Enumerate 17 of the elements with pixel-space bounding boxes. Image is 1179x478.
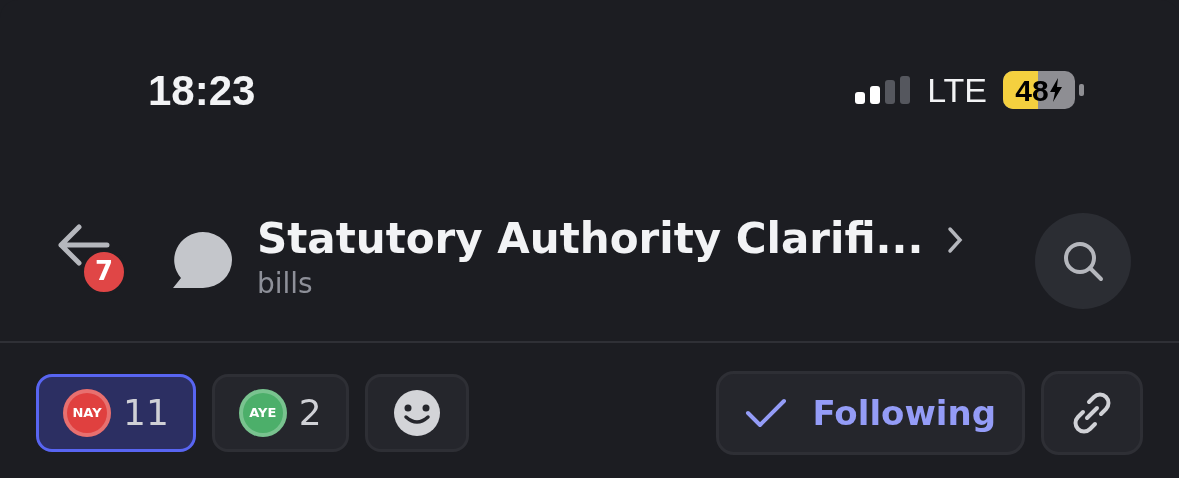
channel-name: bills — [257, 265, 314, 302]
clock-time: 18:23 — [148, 65, 256, 116]
following-button[interactable]: Following — [715, 371, 1025, 455]
add-reaction-button[interactable] — [364, 374, 469, 452]
thread-title[interactable]: Statutory Authority Clarifi... — [257, 216, 924, 263]
emoji-label: AYE — [238, 389, 287, 437]
signal-icon — [855, 76, 912, 104]
reaction-count: 11 — [123, 391, 169, 435]
reaction-button[interactable]: NAY 11 — [36, 374, 196, 452]
chevron-right-icon[interactable] — [947, 225, 964, 254]
checkmark-icon — [744, 397, 787, 429]
network-label: LTE — [927, 69, 987, 111]
copy-link-button[interactable] — [1041, 371, 1143, 455]
reaction-button[interactable]: AYE 2 — [211, 374, 349, 452]
smiley-icon — [391, 388, 442, 438]
reaction-count: 2 — [298, 391, 322, 435]
emoji-label: NAY — [63, 389, 111, 437]
